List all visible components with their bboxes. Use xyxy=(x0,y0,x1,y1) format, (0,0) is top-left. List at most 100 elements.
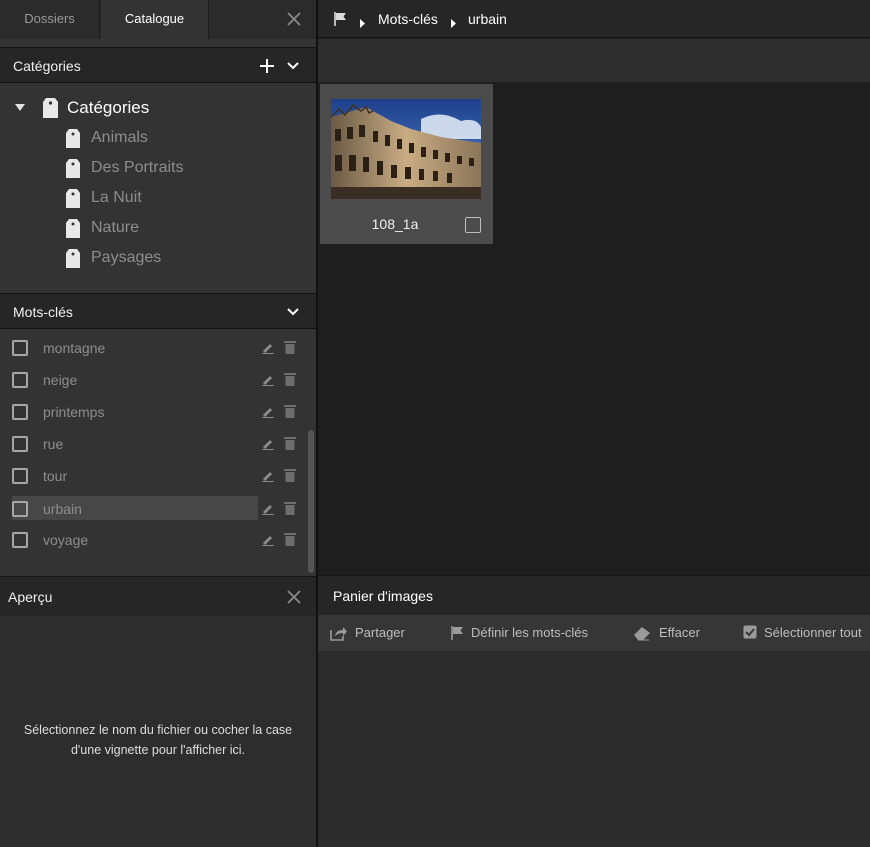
keyword-row[interactable]: printemps xyxy=(0,399,306,425)
pencil-icon[interactable] xyxy=(261,372,275,391)
sidebar-tabs: Dossiers Catalogue xyxy=(0,0,316,39)
tag-icon xyxy=(65,218,81,244)
preview-message: Sélectionnez le nom du fichier ou cocher… xyxy=(10,720,306,760)
pencil-icon[interactable] xyxy=(261,532,275,551)
basket-header: Panier d'images xyxy=(318,575,870,615)
chevron-right-icon xyxy=(450,15,456,33)
share-icon xyxy=(330,625,348,646)
tag-icon xyxy=(65,128,81,154)
thumbnail-name[interactable]: 108_1a xyxy=(320,216,470,232)
trash-icon[interactable] xyxy=(284,340,296,359)
category-item[interactable]: Des Portraits xyxy=(65,156,285,180)
expand-arrow-icon[interactable] xyxy=(14,100,26,118)
keywords-title: Mots-clés xyxy=(13,304,73,320)
select-all-label: Sélectionner tout xyxy=(764,625,862,640)
keyword-row[interactable]: tour xyxy=(0,463,306,489)
pencil-icon[interactable] xyxy=(261,501,275,520)
category-item[interactable]: Nature xyxy=(65,216,285,240)
flag-icon xyxy=(450,625,466,646)
category-item-label: Animals xyxy=(91,129,148,146)
keyword-row[interactable]: voyage xyxy=(0,527,306,553)
trash-icon[interactable] xyxy=(284,404,296,423)
chevron-down-icon[interactable] xyxy=(284,303,302,321)
clear-button[interactable]: Effacer xyxy=(633,615,723,651)
set-keywords-label: Définir les mots-clés xyxy=(471,625,589,640)
category-item[interactable]: Animals xyxy=(65,126,285,150)
basket-body xyxy=(318,651,870,847)
keywords-header: Mots-clés xyxy=(0,293,316,329)
select-all-button[interactable]: Sélectionner tout xyxy=(743,615,868,651)
close-icon[interactable] xyxy=(284,587,304,612)
preview-title: Aperçu xyxy=(8,589,53,605)
tag-icon xyxy=(42,97,59,124)
preview-body: Sélectionnez le nom du fichier ou cocher… xyxy=(0,616,316,847)
keyword-checkbox[interactable] xyxy=(12,372,28,388)
category-item-label: Des Portraits xyxy=(91,159,184,176)
checkbox-checked-icon xyxy=(743,625,757,644)
category-item-label: La Nuit xyxy=(91,189,142,206)
keyword-row-selected[interactable]: urbain xyxy=(0,496,306,522)
category-item[interactable]: La Nuit xyxy=(65,186,285,210)
tab-catalogue[interactable]: Catalogue xyxy=(101,0,209,39)
breadcrumb: Mots-clés urbain xyxy=(318,0,870,38)
tab-dossiers[interactable]: Dossiers xyxy=(0,0,100,39)
eraser-icon xyxy=(633,625,651,646)
chevron-down-icon[interactable] xyxy=(284,57,302,75)
flag-icon[interactable] xyxy=(333,11,349,32)
add-category-icon[interactable] xyxy=(258,57,276,75)
close-icon[interactable] xyxy=(282,9,306,31)
clear-label: Effacer xyxy=(659,625,700,640)
pencil-icon[interactable] xyxy=(261,340,275,359)
category-item-label: Paysages xyxy=(91,249,162,266)
basket-toolbar: Partager Définir les mots-clés Effacer S… xyxy=(318,615,870,651)
trash-icon[interactable] xyxy=(284,372,296,391)
keyword-label: neige xyxy=(43,372,78,388)
tag-icon xyxy=(65,188,81,214)
category-item[interactable]: Paysages xyxy=(65,246,285,270)
tag-icon xyxy=(65,248,81,274)
thumbnail-image[interactable] xyxy=(331,99,481,199)
keyword-row[interactable]: rue xyxy=(0,431,306,457)
tag-icon xyxy=(65,158,81,184)
keyword-label: urbain xyxy=(43,501,82,517)
thumbnail-checkbox[interactable] xyxy=(465,217,481,233)
keyword-checkbox[interactable] xyxy=(12,404,28,420)
share-label: Partager xyxy=(355,625,405,640)
keyword-label: voyage xyxy=(43,532,89,548)
left-sidebar: Dossiers Catalogue Catégories Catégories… xyxy=(0,0,316,847)
keyword-label: rue xyxy=(43,436,64,452)
preview-message-line: Sélectionnez le nom du fichier ou cocher… xyxy=(23,723,293,737)
chevron-right-icon xyxy=(359,15,365,33)
keyword-checkbox[interactable] xyxy=(12,532,28,548)
trash-icon[interactable] xyxy=(284,436,296,455)
category-root[interactable]: Catégories xyxy=(14,96,274,120)
trash-icon[interactable] xyxy=(284,468,296,487)
pencil-icon[interactable] xyxy=(261,404,275,423)
keyword-checkbox[interactable] xyxy=(12,501,28,517)
pencil-icon[interactable] xyxy=(261,468,275,487)
preview-message-line: d'une vignette pour l'afficher ici. xyxy=(70,743,246,757)
keyword-label: tour xyxy=(43,468,68,484)
keyword-checkbox[interactable] xyxy=(12,340,28,356)
keyword-row[interactable]: neige xyxy=(0,367,306,393)
category-root-label: Catégories xyxy=(67,98,150,117)
trash-icon[interactable] xyxy=(284,501,296,520)
categories-header: Catégories xyxy=(0,47,316,83)
keyword-checkbox[interactable] xyxy=(12,436,28,452)
thumbnail-card[interactable]: 108_1a xyxy=(320,84,493,244)
keyword-label: printemps xyxy=(43,404,105,420)
keyword-checkbox[interactable] xyxy=(12,468,28,484)
set-keywords-button[interactable]: Définir les mots-clés xyxy=(450,615,620,651)
keyword-row[interactable]: montagne xyxy=(0,335,306,361)
breadcrumb-keywords[interactable]: Mots-clés xyxy=(378,11,438,27)
pencil-icon[interactable] xyxy=(261,436,275,455)
keyword-label: montagne xyxy=(43,340,106,356)
keywords-scrollbar[interactable] xyxy=(308,430,314,573)
categories-title: Catégories xyxy=(13,58,81,74)
grid-toolbar xyxy=(318,39,870,82)
trash-icon[interactable] xyxy=(284,532,296,551)
share-button[interactable]: Partager xyxy=(330,615,420,651)
basket-title: Panier d'images xyxy=(333,588,433,604)
breadcrumb-current[interactable]: urbain xyxy=(468,11,507,27)
category-item-label: Nature xyxy=(91,219,140,236)
